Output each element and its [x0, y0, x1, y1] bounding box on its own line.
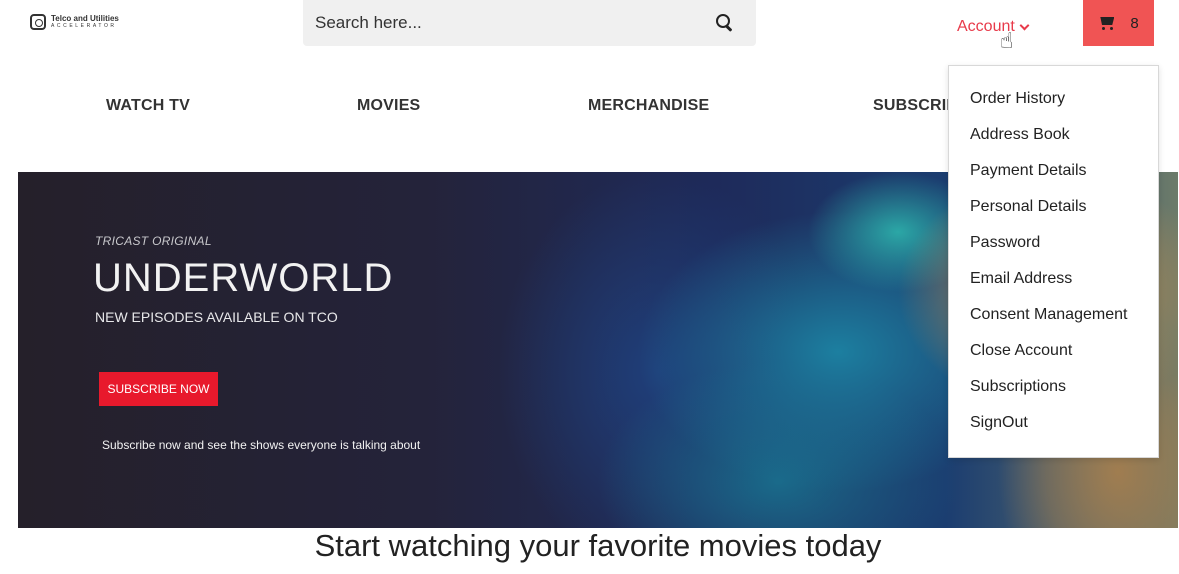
account-menu-toggle[interactable]: Account — [957, 18, 1030, 36]
menu-item-payment-details[interactable]: Payment Details — [970, 162, 1087, 180]
hero-subtitle: NEW EPISODES AVAILABLE ON TCO — [95, 309, 338, 325]
cart-icon — [1098, 15, 1116, 31]
hero-note: Subscribe now and see the shows everyone… — [102, 438, 421, 452]
brand-logo[interactable]: Telco and Utilities ACCELERATOR — [30, 14, 119, 30]
brand-line2: ACCELERATOR — [51, 23, 117, 29]
search-input[interactable] — [315, 13, 716, 33]
menu-item-consent-management[interactable]: Consent Management — [970, 306, 1127, 324]
page-tagline: Start watching your favorite movies toda… — [314, 528, 882, 563]
nav-item-merchandise[interactable]: MERCHANDISE — [588, 97, 709, 115]
brand-line1: Telco and Utilities — [51, 14, 119, 23]
cart-button[interactable]: 8 — [1083, 0, 1154, 46]
menu-item-personal-details[interactable]: Personal Details — [970, 198, 1087, 216]
subscribe-now-button[interactable]: SUBSCRIBE NOW — [99, 372, 218, 406]
nav-item-subscriptions[interactable]: SUBSCRIP — [873, 97, 957, 115]
hero-kicker: TRICAST ORIGINAL — [95, 234, 212, 248]
hero-title: UNDERWORLD — [93, 256, 394, 300]
search-icon[interactable] — [716, 14, 734, 32]
nav-item-movies[interactable]: MOVIES — [357, 97, 420, 115]
menu-item-subscriptions[interactable]: Subscriptions — [970, 378, 1066, 396]
menu-item-email-address[interactable]: Email Address — [970, 270, 1072, 288]
menu-item-order-history[interactable]: Order History — [970, 90, 1065, 108]
brand-mark-icon — [30, 14, 46, 30]
account-dropdown-menu: Order History Address Book Payment Detai… — [948, 65, 1159, 458]
nav-item-watch-tv[interactable]: WATCH TV — [106, 97, 190, 115]
menu-item-password[interactable]: Password — [970, 234, 1040, 252]
chevron-down-icon — [1019, 20, 1030, 30]
account-label: Account — [957, 18, 1015, 35]
search-bar — [303, 0, 756, 46]
menu-item-address-book[interactable]: Address Book — [970, 126, 1070, 144]
brand-text: Telco and Utilities ACCELERATOR — [51, 15, 119, 29]
menu-item-close-account[interactable]: Close Account — [970, 342, 1072, 360]
menu-item-signout[interactable]: SignOut — [970, 414, 1028, 432]
cart-count: 8 — [1130, 14, 1139, 32]
